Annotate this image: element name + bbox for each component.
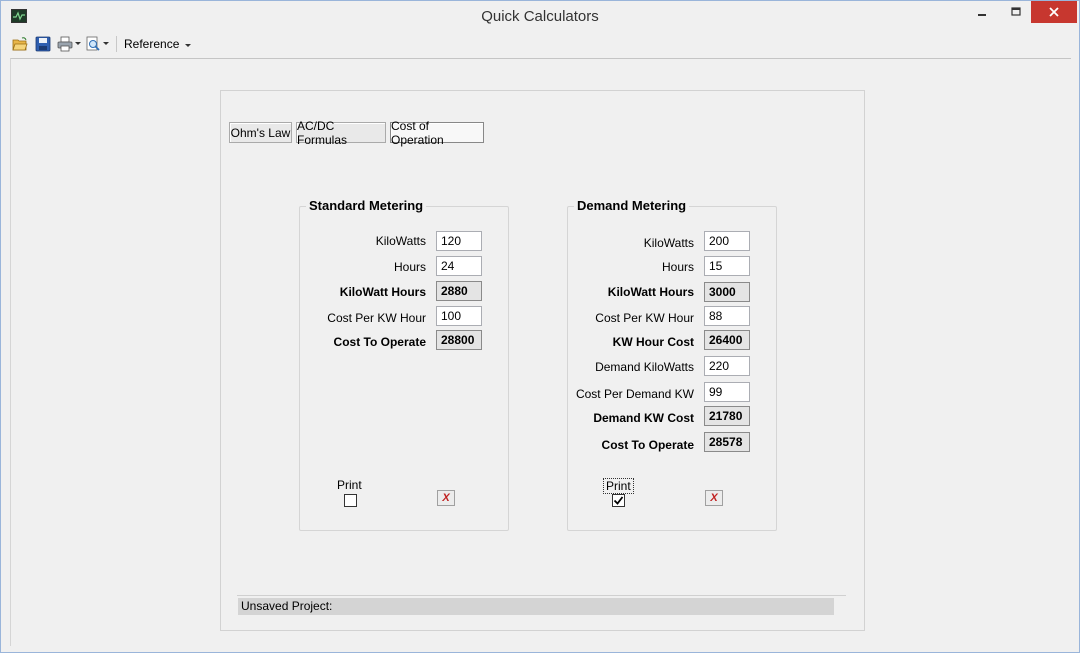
- demand-print-checkbox[interactable]: [612, 494, 625, 507]
- demand-metering-title: Demand Metering: [574, 198, 690, 213]
- demand-kw-hour-cost-result: 26400: [704, 330, 750, 350]
- demand-cost-per-demand-kw-label: Cost Per Demand KW: [575, 387, 694, 401]
- close-button[interactable]: [1031, 1, 1077, 23]
- toolbar: Reference: [2, 31, 1078, 57]
- standard-kilowatt-hours-label: KiloWatt Hours: [339, 285, 426, 299]
- title-bar[interactable]: Quick Calculators: [1, 1, 1079, 31]
- standard-cost-per-kw-hour-input[interactable]: 100: [436, 306, 482, 326]
- window-title: Quick Calculators: [481, 8, 599, 25]
- open-folder-icon[interactable]: [12, 36, 28, 52]
- tab-ohms-law[interactable]: Ohm's Law: [229, 122, 292, 143]
- demand-kilowatt-hours-result: 3000: [704, 282, 750, 302]
- toolbar-separator: [116, 36, 117, 52]
- preview-dropdown-icon[interactable]: [103, 42, 109, 45]
- minimize-button[interactable]: [968, 1, 996, 23]
- tab-acdc-formulas[interactable]: AC/DC Formulas: [296, 119, 386, 147]
- standard-cost-to-operate-result: 28800: [436, 330, 482, 350]
- close-icon: X: [710, 492, 718, 504]
- standard-print-checkbox[interactable]: [344, 494, 357, 507]
- status-bar: Unsaved Project:: [238, 598, 834, 615]
- standard-kilowatts-label: KiloWatts: [375, 234, 426, 248]
- chevron-down-icon: [185, 43, 192, 47]
- standard-clear-button[interactable]: X: [437, 490, 455, 506]
- demand-cost-to-operate-label: Cost To Operate: [601, 438, 694, 452]
- demand-cost-per-demand-kw-input[interactable]: 99: [704, 382, 750, 402]
- standard-cost-per-kw-hour-label: Cost Per KW Hour: [327, 311, 426, 325]
- standard-kilowatt-hours-result: 2880: [436, 281, 482, 301]
- demand-kilowatts-demand-label: Demand KiloWatts: [595, 360, 694, 374]
- save-icon[interactable]: [35, 36, 51, 52]
- demand-kw-hour-cost-label: KW Hour Cost: [612, 335, 694, 349]
- maximize-button[interactable]: [1002, 1, 1030, 23]
- standard-metering-group: Standard Metering: [299, 198, 509, 531]
- demand-cost-per-kw-hour-input[interactable]: 88: [704, 306, 750, 326]
- demand-kilowatt-hours-label: KiloWatt Hours: [607, 285, 694, 299]
- demand-hours-input[interactable]: 15: [704, 256, 750, 276]
- demand-clear-button[interactable]: X: [705, 490, 723, 506]
- demand-kilowatts-input[interactable]: 200: [704, 231, 750, 251]
- standard-metering-title: Standard Metering: [306, 198, 427, 213]
- demand-kw-cost-result: 21780: [704, 406, 750, 426]
- demand-print-label: Print: [603, 478, 634, 494]
- print-dropdown-icon[interactable]: [75, 42, 81, 45]
- standard-print-label: Print: [337, 478, 362, 492]
- tab-cost-of-operation[interactable]: Cost of Operation: [390, 119, 484, 147]
- print-preview-icon[interactable]: [85, 36, 101, 52]
- demand-kilowatts-label: KiloWatts: [643, 236, 694, 250]
- demand-cost-to-operate-result: 28578: [704, 432, 750, 452]
- checkmark-icon: [613, 496, 624, 505]
- standard-hours-label: Hours: [393, 260, 426, 274]
- demand-kilowatts-demand-input[interactable]: 220: [704, 356, 750, 376]
- demand-cost-per-kw-hour-label: Cost Per KW Hour: [595, 311, 694, 325]
- reference-menu[interactable]: Reference: [124, 37, 192, 51]
- demand-kw-cost-label: Demand KW Cost: [593, 411, 694, 425]
- standard-cost-to-operate-label: Cost To Operate: [333, 335, 426, 349]
- standard-hours-input[interactable]: 24: [436, 256, 482, 276]
- reference-menu-label: Reference: [124, 37, 180, 51]
- close-icon: X: [442, 492, 450, 504]
- status-divider: [237, 595, 846, 596]
- standard-kilowatts-input[interactable]: 120: [436, 231, 482, 251]
- demand-hours-label: Hours: [661, 260, 694, 274]
- printer-icon[interactable]: [57, 36, 73, 52]
